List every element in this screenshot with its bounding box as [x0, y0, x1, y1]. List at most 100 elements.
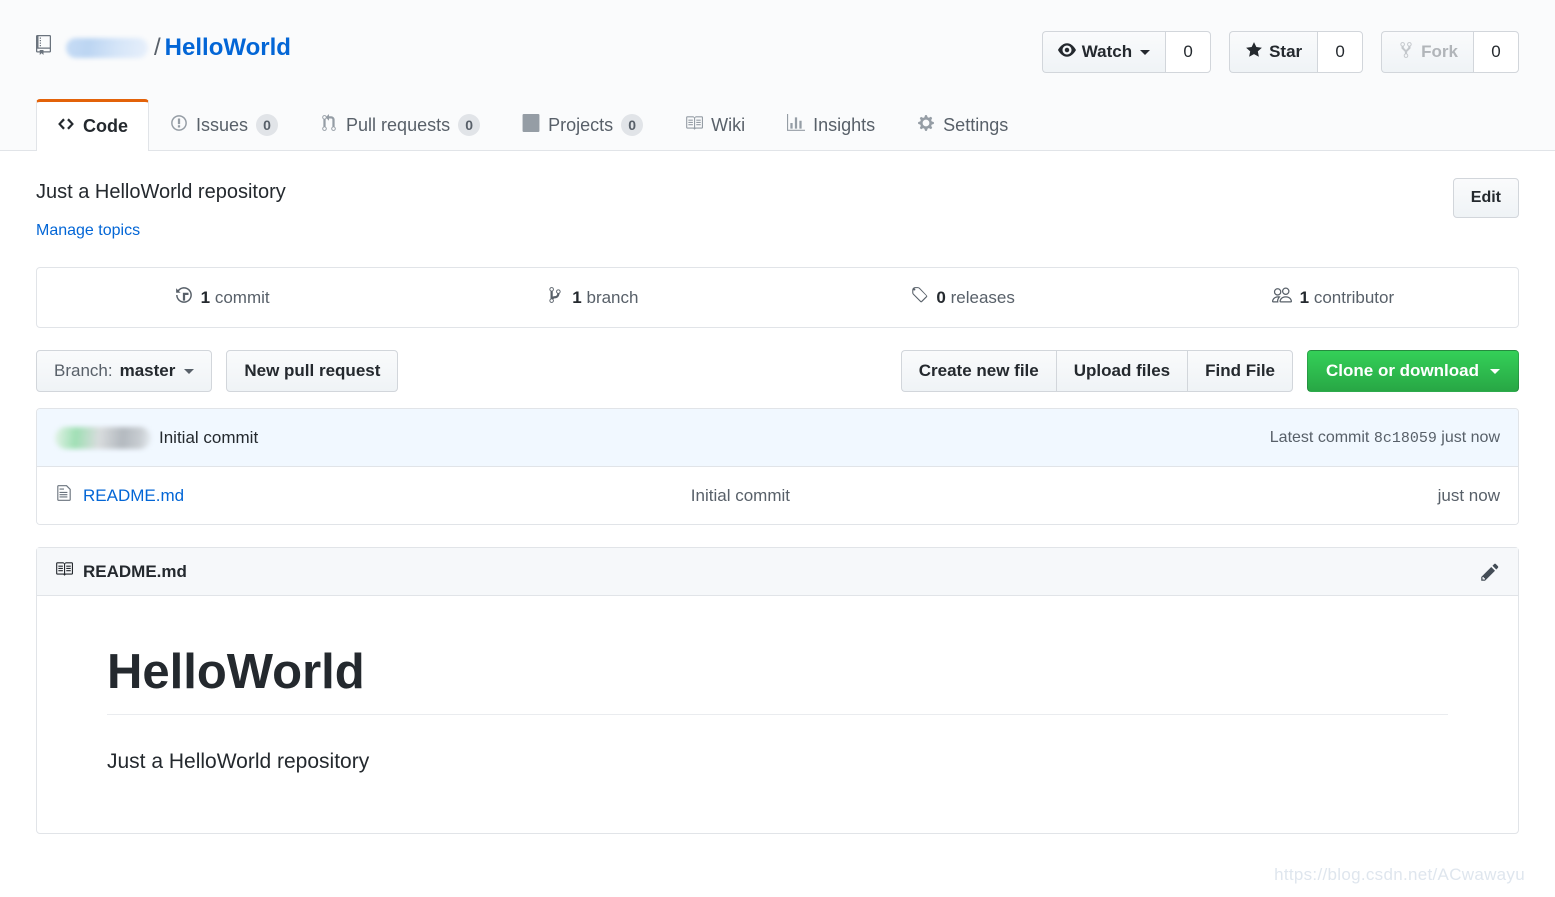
edit-description-button[interactable]: Edit: [1452, 178, 1519, 218]
tab-pull-requests[interactable]: Pull requests 0: [299, 99, 501, 150]
overview-commits-label: commit: [214, 287, 270, 307]
code-icon: [57, 115, 75, 138]
overview-releases-text: 0 releases: [936, 288, 1014, 308]
table-row: README.md Initial commit just now: [37, 467, 1518, 524]
overview-item-branches[interactable]: 1 branch: [407, 268, 777, 327]
overview-commits-text: 1 commit: [201, 288, 270, 308]
fork-count: 0: [1473, 31, 1519, 73]
fork-button-group: Fork 0: [1381, 31, 1519, 73]
graph-bar-icon: [787, 113, 806, 137]
create-new-file-button[interactable]: Create new file: [900, 350, 1056, 392]
latest-commit-author-and-message: Initial commit: [55, 426, 258, 449]
tab-settings[interactable]: Settings: [896, 99, 1029, 150]
readme-panel: README.md HelloWorld Just a HelloWorld r…: [36, 547, 1519, 835]
repository-overview-bar: 1 commit 1 branch 0 releases 1 contribut…: [36, 267, 1519, 328]
overview-item-commits[interactable]: 1 commit: [37, 268, 407, 327]
project-board-icon: [522, 113, 540, 137]
pencil-icon[interactable]: [1480, 562, 1500, 582]
tab-code-label: Code: [83, 116, 128, 136]
issue-opened-icon: [170, 114, 188, 137]
readme-heading: HelloWorld: [107, 645, 1448, 715]
chevron-down-icon: [1140, 49, 1151, 55]
latest-commit-meta: Latest commit 8c18059 just now: [1270, 429, 1500, 447]
file-name-link[interactable]: README.md: [83, 486, 184, 506]
book-icon: [685, 114, 704, 137]
file-commit-age: just now: [1437, 485, 1500, 505]
file-commit-message[interactable]: Initial commit: [691, 486, 1438, 506]
tab-projects-counter: 0: [621, 114, 644, 136]
repository-social-actions: Watch 0 Star 0 Fork 0: [1041, 31, 1519, 73]
repository-name-link[interactable]: HelloWorld: [165, 33, 291, 63]
tab-settings-label: Settings: [943, 114, 1009, 135]
repository-nav-tabs: Code Issues 0 Pull requests 0 Projects 0…: [0, 95, 1555, 151]
readme-body: HelloWorld Just a HelloWorld repository: [37, 596, 1518, 833]
readme-title: README.md: [83, 561, 187, 581]
overview-contributors-text: 1 contributor: [1300, 288, 1395, 308]
main-content: Just a HelloWorld repository Manage topi…: [0, 151, 1555, 835]
overview-contributors-label: contributor: [1313, 287, 1395, 307]
file-icon: [55, 484, 73, 507]
readme-header: README.md: [37, 548, 1518, 596]
repository-title: / HelloWorld: [36, 33, 291, 63]
overview-branches-text: 1 branch: [572, 288, 638, 308]
new-pull-request-button[interactable]: New pull request: [226, 350, 399, 392]
tab-wiki[interactable]: Wiki: [664, 99, 766, 150]
branch-selector-button[interactable]: Branch: master: [36, 350, 213, 392]
tab-insights[interactable]: Insights: [766, 99, 896, 150]
star-count[interactable]: 0: [1317, 31, 1364, 73]
branch-name-label: master: [119, 361, 176, 380]
book-open-icon: [55, 560, 73, 583]
latest-commit-sha[interactable]: 8c18059: [1374, 430, 1437, 447]
tag-icon: [910, 286, 928, 309]
latest-commit-time: just now: [1441, 428, 1500, 446]
tab-issues-label: Issues: [196, 114, 249, 135]
git-pull-request-icon: [320, 113, 338, 137]
watch-count[interactable]: 0: [1165, 31, 1212, 73]
star-button-group: Star 0: [1229, 31, 1364, 73]
github-repository-page: / HelloWorld Watch 0 Star 0 Fork 0 Code …: [0, 0, 1555, 897]
fork-button: Fork: [1381, 31, 1473, 73]
overview-item-releases[interactable]: 0 releases: [778, 268, 1148, 327]
tab-code[interactable]: Code: [36, 99, 149, 151]
commit-author-redacted[interactable]: [55, 426, 151, 449]
fork-button-label: Fork: [1421, 42, 1458, 61]
repository-header: / HelloWorld Watch 0 Star 0 Fork 0: [0, 0, 1555, 95]
repository-description: Just a HelloWorld repository: [36, 181, 286, 203]
clone-or-download-label: Clone or download: [1326, 361, 1479, 380]
upload-files-button[interactable]: Upload files: [1055, 350, 1188, 392]
repository-owner-redacted[interactable]: [66, 38, 148, 58]
repository-action-bar: Branch: master New pull request Create n…: [36, 350, 1519, 392]
tab-pull-requests-counter: 0: [458, 114, 481, 136]
fork-icon: [1397, 41, 1415, 64]
manage-topics-link[interactable]: Manage topics: [36, 222, 140, 240]
latest-commit-message[interactable]: Initial commit: [159, 428, 258, 448]
star-button-label: Star: [1269, 42, 1303, 61]
overview-item-contributors[interactable]: 1 contributor: [1148, 268, 1518, 327]
watch-button[interactable]: Watch: [1041, 31, 1166, 73]
latest-commit-row: Initial commit Latest commit 8c18059 jus…: [37, 409, 1518, 467]
overview-commits-value: 1: [200, 287, 211, 307]
eye-icon: [1057, 41, 1076, 64]
people-icon: [1271, 285, 1292, 310]
overview-releases-label: releases: [950, 287, 1015, 307]
tab-issues-counter: 0: [256, 114, 279, 136]
star-button[interactable]: Star: [1229, 31, 1318, 73]
branch-prefix-label: Branch:: [54, 361, 113, 380]
tab-issues[interactable]: Issues 0: [149, 99, 299, 150]
action-bar-right: Create new file Upload files Find File C…: [900, 350, 1519, 392]
repository-description-row: Just a HelloWorld repository Manage topi…: [36, 151, 1519, 240]
file-name-cell: README.md: [55, 484, 691, 507]
star-icon: [1245, 41, 1263, 64]
find-file-button[interactable]: Find File: [1187, 350, 1293, 392]
clone-or-download-button[interactable]: Clone or download: [1307, 350, 1519, 392]
watch-button-group: Watch 0: [1041, 31, 1212, 73]
tab-projects[interactable]: Projects 0: [501, 99, 664, 150]
file-actions-group: Create new file Upload files Find File: [900, 350, 1293, 392]
readme-header-left: README.md: [55, 560, 187, 583]
chevron-down-icon: [184, 368, 195, 374]
watermark: https://blog.csdn.net/ACwawayu: [1274, 865, 1525, 884]
overview-branches-label: branch: [586, 287, 639, 307]
overview-releases-value: 0: [936, 287, 946, 307]
git-branch-icon: [546, 286, 564, 309]
file-listing-table: Initial commit Latest commit 8c18059 jus…: [36, 408, 1519, 525]
